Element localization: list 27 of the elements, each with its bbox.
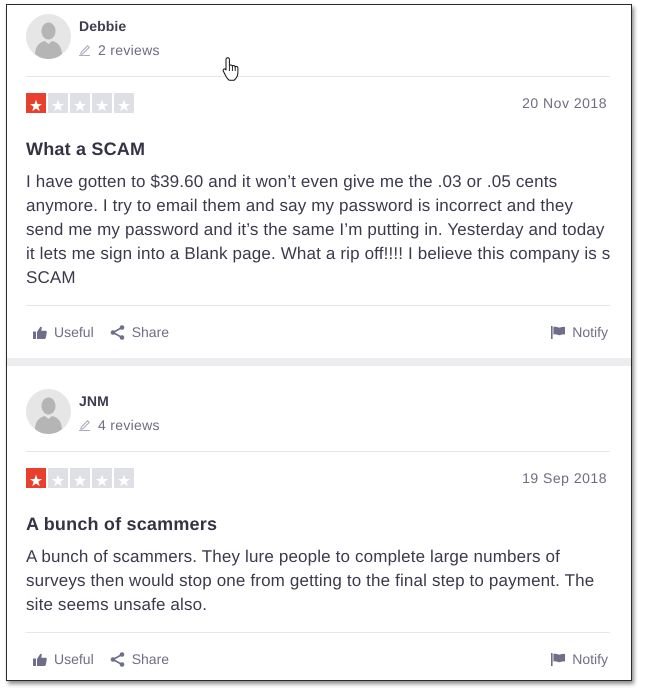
share-icon: [110, 652, 125, 666]
useful-button[interactable]: Useful: [33, 651, 94, 667]
avatar-icon: [26, 14, 71, 59]
review-count: 2 reviews: [98, 42, 160, 58]
review-title[interactable]: What a SCAM: [26, 138, 610, 160]
pencil-icon: [79, 44, 91, 56]
pencil-icon: [79, 419, 91, 431]
review-count: 4 reviews: [98, 417, 160, 433]
review-title[interactable]: A bunch of scammers: [26, 513, 610, 535]
notify-button[interactable]: Notify: [551, 651, 608, 667]
useful-button[interactable]: Useful: [33, 324, 94, 340]
thumbs-up-icon: [33, 652, 47, 666]
notify-button[interactable]: Notify: [551, 324, 608, 340]
review-text: I have gotten to $39.60 and it won’t even give me the .03 or .05 cents anymore. I try to email them and say my password is incorrect and they send me my password and it’s the same I’m putting in. Yesterday and today it lets me sign into a Blank page. What a rip off!!!! I believe this company is s SCAM: [26, 171, 612, 289]
author-name[interactable]: JNM: [79, 393, 160, 409]
avatar-icon: [26, 389, 71, 434]
author-name[interactable]: Debbie: [79, 18, 160, 34]
flag-icon: [551, 652, 566, 666]
hand-cursor-icon: [222, 57, 239, 81]
review-date: 19 Sep 2018: [522, 469, 607, 488]
flag-icon: [551, 326, 566, 338]
share-button[interactable]: Share: [110, 324, 170, 340]
share-button[interactable]: Share: [110, 651, 170, 667]
share-icon: [110, 324, 125, 340]
thumbs-up-icon: [33, 326, 47, 338]
review-date: 20 Nov 2018: [522, 94, 607, 113]
review-text: A bunch of scammers. They lure people to complete large numbers of surveys then would stop one from getting to the final step to payment. The site seems unsafe also.: [26, 546, 596, 616]
